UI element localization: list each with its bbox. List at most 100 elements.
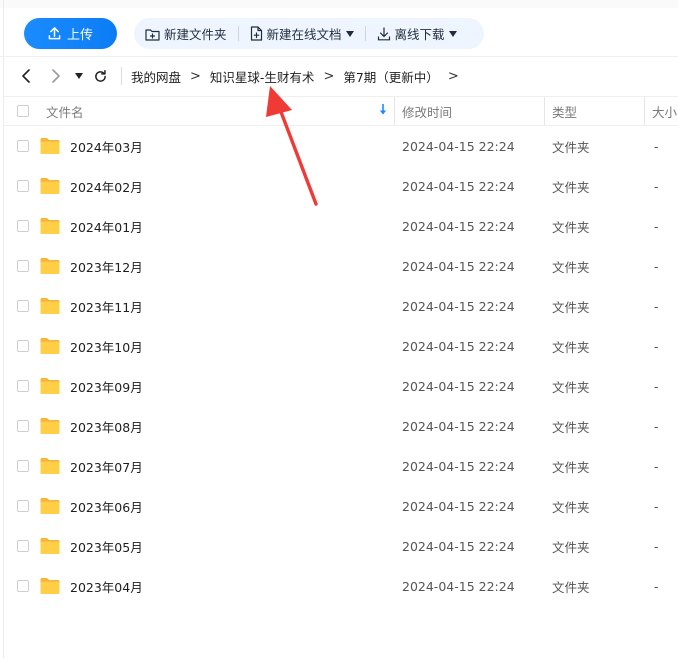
new-folder-button[interactable]: 新建文件夹 bbox=[145, 18, 227, 49]
file-type: 文件夹 bbox=[552, 219, 590, 235]
column-header-type[interactable]: 类型 bbox=[552, 97, 577, 125]
table-row[interactable]: 2023年09月 2024-04-15 22:24 文件夹 - bbox=[4, 366, 678, 406]
file-size: - bbox=[654, 298, 659, 314]
row-checkbox[interactable] bbox=[17, 540, 29, 552]
row-checkbox-cell[interactable] bbox=[17, 246, 29, 286]
column-header-modified-label: 修改时间 bbox=[402, 104, 453, 120]
breadcrumb-expand-icon[interactable]: > bbox=[448, 69, 459, 84]
column-header-name[interactable]: 文件名 bbox=[46, 97, 84, 125]
file-name[interactable]: 2023年11月 bbox=[70, 286, 143, 326]
folder-icon bbox=[39, 286, 61, 326]
file-name[interactable]: 2023年07月 bbox=[70, 446, 143, 486]
caret-down-icon bbox=[345, 30, 354, 37]
file-type: 文件夹 bbox=[552, 419, 590, 435]
file-name[interactable]: 2024年02月 bbox=[70, 166, 143, 206]
table-row[interactable]: 2023年04月 2024-04-15 22:24 文件夹 - bbox=[4, 566, 678, 606]
offline-download-button[interactable]: 离线下载 bbox=[377, 18, 457, 49]
row-checkbox[interactable] bbox=[17, 180, 29, 192]
refresh-button[interactable] bbox=[93, 69, 107, 83]
column-divider[interactable] bbox=[394, 97, 395, 125]
table-row[interactable]: 2023年11月 2024-04-15 22:24 文件夹 - bbox=[4, 286, 678, 326]
column-header-size[interactable]: 大小 bbox=[652, 97, 677, 125]
file-name[interactable]: 2023年06月 bbox=[70, 486, 143, 526]
file-name[interactable]: 2024年01月 bbox=[70, 206, 143, 246]
row-checkbox[interactable] bbox=[17, 500, 29, 512]
table-row[interactable]: 2023年07月 2024-04-15 22:24 文件夹 - bbox=[4, 446, 678, 486]
doc-plus-icon bbox=[250, 26, 262, 41]
file-size: - bbox=[654, 138, 659, 154]
breadcrumb-my-drive[interactable]: 我的网盘 bbox=[131, 67, 181, 86]
file-type: 文件夹 bbox=[552, 299, 590, 315]
breadcrumb-current-folder[interactable]: 第7期（更新中） bbox=[343, 67, 438, 86]
file-name[interactable]: 2023年10月 bbox=[70, 326, 143, 366]
navigation-bar: 我的网盘 > 知识星球-生财有术 > 第7期（更新中） > bbox=[0, 60, 678, 92]
forward-button[interactable] bbox=[48, 69, 64, 83]
folder-icon bbox=[39, 566, 61, 606]
table-row[interactable]: 2024年01月 2024-04-15 22:24 文件夹 - bbox=[4, 206, 678, 246]
row-checkbox-cell[interactable] bbox=[17, 126, 29, 166]
table-row[interactable]: 2023年08月 2024-04-15 22:24 文件夹 - bbox=[4, 406, 678, 446]
toolbar: 上传 新建文件夹 新建在线文档 离线下载 bbox=[0, 14, 678, 54]
file-type: 文件夹 bbox=[552, 259, 590, 275]
file-size: - bbox=[654, 258, 659, 274]
breadcrumb-knowledge-planet[interactable]: 知识星球-生财有术 bbox=[210, 67, 315, 86]
toolbar-divider bbox=[364, 26, 366, 41]
file-size: - bbox=[654, 538, 659, 554]
row-checkbox[interactable] bbox=[17, 380, 29, 392]
file-name[interactable]: 2023年04月 bbox=[70, 566, 143, 606]
row-checkbox-cell[interactable] bbox=[17, 526, 29, 566]
row-checkbox-cell[interactable] bbox=[17, 286, 29, 326]
row-checkbox-cell[interactable] bbox=[17, 366, 29, 406]
modified-time: 2024-04-15 22:24 bbox=[402, 578, 515, 594]
row-checkbox-cell[interactable] bbox=[17, 206, 29, 246]
table-row[interactable]: 2023年10月 2024-04-15 22:24 文件夹 - bbox=[4, 326, 678, 366]
row-checkbox-cell[interactable] bbox=[17, 486, 29, 526]
file-name[interactable]: 2024年03月 bbox=[70, 126, 143, 166]
file-type: 文件夹 bbox=[552, 539, 590, 555]
file-size: - bbox=[654, 458, 659, 474]
modified-time: 2024-04-15 22:24 bbox=[402, 178, 515, 194]
column-divider[interactable] bbox=[544, 97, 545, 125]
column-header-modified[interactable]: 修改时间 bbox=[402, 97, 452, 125]
table-row[interactable]: 2023年06月 2024-04-15 22:24 文件夹 - bbox=[4, 486, 678, 526]
new-online-doc-button[interactable]: 新建在线文档 bbox=[250, 18, 354, 49]
upload-icon bbox=[48, 27, 61, 40]
table-row[interactable]: 2024年02月 2024-04-15 22:24 文件夹 - bbox=[4, 166, 678, 206]
folder-icon bbox=[39, 526, 61, 566]
file-table-header: 文件名 修改时间 类型 大小 bbox=[4, 96, 678, 126]
modified-time: 2024-04-15 22:24 bbox=[402, 418, 515, 434]
select-all-checkbox-cell[interactable] bbox=[17, 97, 29, 125]
sort-down-arrow-icon[interactable] bbox=[379, 104, 387, 116]
modified-time: 2024-04-15 22:24 bbox=[402, 138, 515, 154]
folder-icon bbox=[39, 486, 61, 526]
row-checkbox-cell[interactable] bbox=[17, 166, 29, 206]
row-checkbox[interactable] bbox=[17, 460, 29, 472]
row-checkbox[interactable] bbox=[17, 300, 29, 312]
modified-time: 2024-04-15 22:24 bbox=[402, 218, 515, 234]
row-checkbox-cell[interactable] bbox=[17, 406, 29, 446]
table-row[interactable]: 2023年05月 2024-04-15 22:24 文件夹 - bbox=[4, 526, 678, 566]
file-name[interactable]: 2023年12月 bbox=[70, 246, 143, 286]
row-checkbox-cell[interactable] bbox=[17, 326, 29, 366]
row-checkbox[interactable] bbox=[17, 220, 29, 232]
file-type: 文件夹 bbox=[552, 499, 590, 515]
upload-button[interactable]: 上传 bbox=[24, 18, 117, 49]
row-checkbox[interactable] bbox=[17, 260, 29, 272]
file-name[interactable]: 2023年09月 bbox=[70, 366, 143, 406]
row-checkbox-cell[interactable] bbox=[17, 446, 29, 486]
row-checkbox[interactable] bbox=[17, 340, 29, 352]
table-row[interactable]: 2024年03月 2024-04-15 22:24 文件夹 - bbox=[4, 126, 678, 166]
breadcrumb-separator-icon: > bbox=[323, 68, 335, 84]
top-strip bbox=[0, 0, 678, 8]
column-divider[interactable] bbox=[644, 97, 645, 125]
history-dropdown-button[interactable] bbox=[74, 73, 84, 79]
row-checkbox[interactable] bbox=[17, 420, 29, 432]
select-all-checkbox[interactable] bbox=[17, 105, 29, 117]
row-checkbox[interactable] bbox=[17, 580, 29, 592]
row-checkbox-cell[interactable] bbox=[17, 566, 29, 606]
file-name[interactable]: 2023年08月 bbox=[70, 406, 143, 446]
table-row[interactable]: 2023年12月 2024-04-15 22:24 文件夹 - bbox=[4, 246, 678, 286]
row-checkbox[interactable] bbox=[17, 140, 29, 152]
back-button[interactable] bbox=[18, 69, 34, 83]
file-name[interactable]: 2023年05月 bbox=[70, 526, 143, 566]
